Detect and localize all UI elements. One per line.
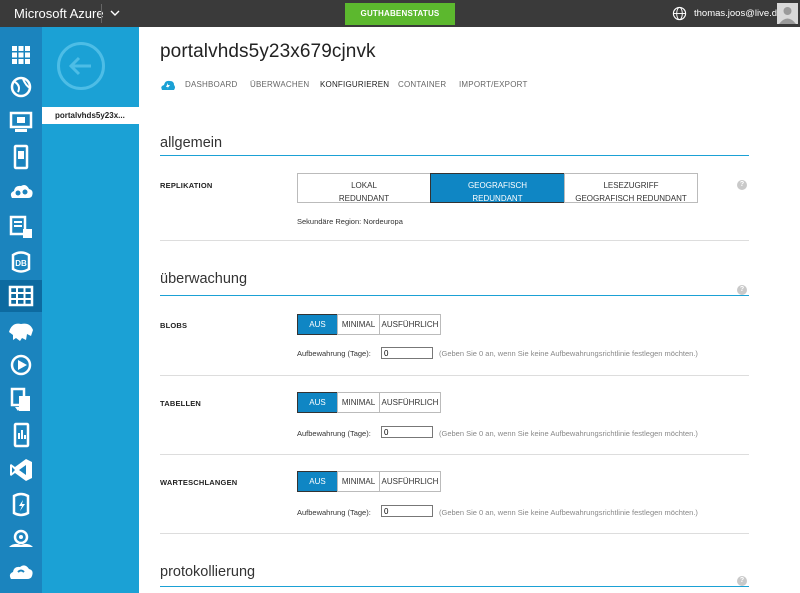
option-line: GEOGRAFISCH REDUNDANT bbox=[575, 194, 687, 203]
section-title-monitoring: überwachung bbox=[160, 271, 248, 287]
section-divider bbox=[160, 295, 749, 296]
queues-retention-label: Aufbewahrung (Tage): bbox=[297, 508, 371, 517]
chevron-down-icon[interactable] bbox=[108, 6, 122, 20]
blobs-option-minimal[interactable]: MINIMAL bbox=[337, 314, 380, 335]
tab-dashboard[interactable]: DASHBOARD bbox=[185, 80, 237, 89]
tables-retention-input[interactable] bbox=[381, 426, 433, 438]
row-divider bbox=[160, 240, 749, 241]
tab-monitor[interactable]: ÜBERWACHEN bbox=[250, 80, 309, 89]
blobs-retention-note: (Geben Sie 0 an, wenn Sie keine Aufbewah… bbox=[439, 349, 698, 358]
mobile-services-icon[interactable] bbox=[6, 142, 36, 172]
arrow-left-icon bbox=[68, 56, 91, 76]
visual-studio-online-icon[interactable] bbox=[6, 455, 36, 485]
row-divider bbox=[160, 454, 749, 455]
blobs-option-off[interactable]: AUS bbox=[297, 314, 338, 335]
globe-icon[interactable] bbox=[672, 6, 687, 21]
queues-retention-note: (Geben Sie 0 an, wenn Sie keine Aufbewah… bbox=[439, 508, 698, 517]
help-icon[interactable]: ? bbox=[737, 285, 747, 295]
virtual-machines-icon[interactable] bbox=[6, 107, 36, 137]
row-divider bbox=[160, 533, 749, 534]
replication-option-grs[interactable]: GEOGRAFISCH REDUNDANT bbox=[430, 173, 565, 203]
replication-option-ragrs[interactable]: LESEZUGRIFF GEOGRAFISCH REDUNDANT bbox=[564, 173, 698, 203]
replication-option-lrs[interactable]: LOKAL REDUNDANT bbox=[297, 173, 431, 203]
resource-panel: portalvhds5y23x... bbox=[42, 27, 139, 593]
row-divider bbox=[160, 375, 749, 376]
sql-databases-icon[interactable]: DB bbox=[6, 247, 36, 277]
section-title-logging: protokollierung bbox=[160, 564, 256, 580]
cloud-services-icon[interactable] bbox=[6, 177, 36, 207]
tab-import-export[interactable]: IMPORT/EXPORT bbox=[459, 80, 528, 89]
section-title-general: allgemein bbox=[160, 135, 223, 151]
option-line: REDUNDANT bbox=[472, 194, 523, 203]
hdinsight-icon[interactable] bbox=[6, 316, 36, 346]
blobs-label: BLOBS bbox=[160, 321, 188, 330]
biztalk-services-icon[interactable] bbox=[6, 523, 36, 553]
user-silhouette-icon bbox=[779, 7, 796, 24]
service-nav: DB bbox=[0, 27, 42, 593]
mobile-engagement-icon[interactable] bbox=[6, 420, 36, 450]
credit-status-button[interactable]: GUTHABENSTATUS bbox=[345, 3, 455, 25]
tables-label: TABELLEN bbox=[160, 399, 202, 408]
page-title: portalvhds5y23x679cjnvk bbox=[160, 41, 376, 62]
option-line: LESEZUGRIFF bbox=[603, 181, 659, 190]
queues-option-minimal[interactable]: MINIMAL bbox=[337, 471, 380, 492]
help-icon[interactable]: ? bbox=[737, 180, 747, 190]
option-line: GEOGRAFISCH bbox=[467, 181, 528, 190]
web-sites-icon[interactable] bbox=[6, 72, 36, 102]
help-icon[interactable]: ? bbox=[737, 576, 747, 586]
blobs-retention-label: Aufbewahrung (Tage): bbox=[297, 349, 371, 358]
tables-retention-note: (Geben Sie 0 an, wenn Sie keine Aufbewah… bbox=[439, 429, 698, 438]
svg-text:DB: DB bbox=[15, 259, 27, 268]
option-line: REDUNDANT bbox=[338, 194, 390, 203]
quickstart-cloud-icon[interactable] bbox=[160, 79, 176, 91]
top-bar: Microsoft Azure GUTHABENSTATUS thomas.jo… bbox=[0, 0, 800, 27]
tab-container[interactable]: CONTAINER bbox=[398, 80, 446, 89]
queues-option-verbose[interactable]: AUSFÜHRLICH bbox=[379, 471, 441, 492]
cache-icon[interactable] bbox=[6, 489, 36, 519]
back-button[interactable] bbox=[57, 42, 105, 90]
media-services-icon[interactable] bbox=[6, 350, 36, 380]
all-items-icon[interactable] bbox=[6, 40, 36, 70]
option-line: LOKAL bbox=[351, 181, 377, 190]
tables-retention-label: Aufbewahrung (Tage): bbox=[297, 429, 371, 438]
main-content: portalvhds5y23x679cjnvk DASHBOARD ÜBERWA… bbox=[139, 27, 800, 593]
tables-option-verbose[interactable]: AUSFÜHRLICH bbox=[379, 392, 441, 413]
user-email[interactable]: thomas.joos@live.de bbox=[694, 8, 782, 19]
batch-services-icon[interactable] bbox=[6, 212, 36, 242]
recovery-services-icon[interactable] bbox=[6, 557, 36, 587]
brand-title[interactable]: Microsoft Azure bbox=[14, 6, 104, 21]
service-bus-icon[interactable] bbox=[6, 385, 36, 415]
section-divider bbox=[160, 586, 749, 587]
tables-option-off[interactable]: AUS bbox=[297, 392, 338, 413]
tables-option-minimal[interactable]: MINIMAL bbox=[337, 392, 380, 413]
queues-label: WARTESCHLANGEN bbox=[160, 478, 238, 487]
resource-list-item[interactable]: portalvhds5y23x... bbox=[42, 107, 139, 124]
blobs-option-verbose[interactable]: AUSFÜHRLICH bbox=[379, 314, 441, 335]
replication-label: REPLIKATION bbox=[160, 181, 213, 190]
blobs-retention-input[interactable] bbox=[381, 347, 433, 359]
storage-icon[interactable] bbox=[0, 280, 42, 312]
queues-option-off[interactable]: AUS bbox=[297, 471, 338, 492]
avatar[interactable] bbox=[777, 3, 798, 24]
section-divider bbox=[160, 155, 749, 156]
secondary-region: Sekundäre Region: Nordeuropa bbox=[297, 217, 403, 226]
tab-configure[interactable]: KONFIGURIEREN bbox=[320, 80, 389, 89]
brand-divider bbox=[101, 4, 102, 23]
queues-retention-input[interactable] bbox=[381, 505, 433, 517]
